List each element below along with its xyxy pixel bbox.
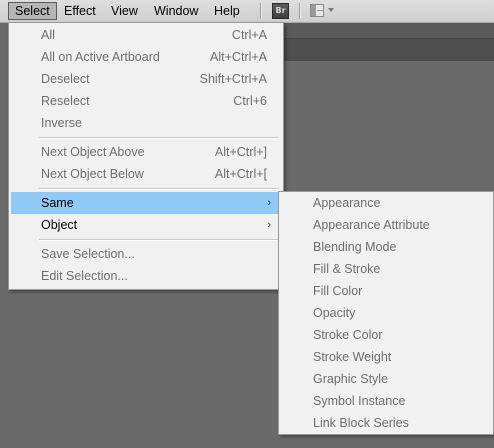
menu-item-label: Edit Selection... (41, 269, 128, 283)
submenu-item-label: Symbol Instance (313, 394, 406, 408)
submenu-item-label: Opacity (313, 306, 356, 320)
menu-item-all[interactable]: All Ctrl+A (11, 24, 281, 46)
submenu-item-label: Blending Mode (313, 240, 397, 254)
submenu-item-link-block-series[interactable]: Link Block Series (281, 412, 491, 434)
submenu-item-stroke-weight[interactable]: Stroke Weight (281, 346, 491, 368)
submenu-item-graphic-style[interactable]: Graphic Style (281, 368, 491, 390)
submenu-item-label: Appearance Attribute (313, 218, 430, 232)
menu-item-label: Next Object Below (41, 167, 144, 181)
submenu-item-label: Fill & Stroke (313, 262, 381, 276)
menu-divider (39, 239, 279, 241)
same-submenu: Appearance Appearance Attribute Blending… (278, 191, 494, 435)
submenu-item-label: Link Block Series (313, 416, 409, 430)
menu-divider (39, 188, 279, 190)
menu-item-shortcut: Ctrl+A (231, 28, 267, 42)
control-panel-strip (283, 23, 494, 61)
menu-item-deselect[interactable]: Deselect Shift+Ctrl+A (11, 68, 281, 90)
menu-item-label: Object (41, 218, 78, 232)
menu-item-label: Next Object Above (41, 145, 145, 159)
bridge-button[interactable]: Br (272, 3, 289, 19)
menu-item-shortcut: Shift+Ctrl+A (199, 72, 267, 86)
submenu-arrow-icon: › (267, 219, 271, 231)
select-menu: All Ctrl+A All on Active Artboard Alt+Ct… (8, 22, 284, 290)
menu-item-shortcut: Alt+Ctrl+] (214, 145, 267, 159)
menu-item-reselect[interactable]: Reselect Ctrl+6 (11, 90, 281, 112)
menu-item-label: Deselect (41, 72, 90, 86)
menu-item-label: Save Selection... (41, 247, 135, 261)
menu-item-next-object-above[interactable]: Next Object Above Alt+Ctrl+] (11, 141, 281, 163)
menu-window[interactable]: Window (148, 2, 204, 20)
menu-item-label: Inverse (41, 116, 82, 130)
submenu-arrow-icon: › (267, 197, 271, 209)
menu-item-shortcut: Ctrl+6 (233, 94, 267, 108)
chevron-down-icon[interactable] (328, 8, 334, 12)
submenu-item-blending-mode[interactable]: Blending Mode (281, 236, 491, 258)
submenu-item-appearance-attribute[interactable]: Appearance Attribute (281, 214, 491, 236)
menu-item-same[interactable]: Same › (11, 192, 281, 214)
menu-item-label: Reselect (41, 94, 90, 108)
menu-help[interactable]: Help (208, 2, 246, 20)
menu-item-inverse[interactable]: Inverse (11, 112, 281, 134)
menu-item-all-on-active-artboard[interactable]: All on Active Artboard Alt+Ctrl+A (11, 46, 281, 68)
control-panel-inner (283, 23, 494, 39)
submenu-item-label: Stroke Weight (313, 350, 392, 364)
menu-item-edit-selection[interactable]: Edit Selection... (11, 265, 281, 287)
submenu-item-fill-color[interactable]: Fill Color (281, 280, 491, 302)
submenu-item-label: Stroke Color (313, 328, 383, 342)
menu-item-next-object-below[interactable]: Next Object Below Alt+Ctrl+[ (11, 163, 281, 185)
menubar-divider (260, 3, 262, 19)
menu-item-shortcut: Alt+Ctrl+A (210, 50, 267, 64)
menu-item-label: Same (41, 196, 74, 210)
menubar-divider (299, 3, 301, 19)
menu-bar: Select Effect View Window Help Br (0, 0, 494, 23)
submenu-item-symbol-instance[interactable]: Symbol Instance (281, 390, 491, 412)
submenu-item-appearance[interactable]: Appearance (281, 192, 491, 214)
submenu-item-opacity[interactable]: Opacity (281, 302, 491, 324)
menu-item-label: All on Active Artboard (41, 50, 160, 64)
submenu-item-label: Appearance (313, 196, 381, 210)
menu-select[interactable]: Select (8, 2, 57, 20)
menu-item-label: All (41, 28, 55, 42)
menu-divider (39, 137, 279, 139)
submenu-item-label: Graphic Style (313, 372, 389, 386)
menu-effect[interactable]: Effect (58, 2, 102, 20)
submenu-item-label: Fill Color (313, 284, 363, 298)
submenu-item-stroke-color[interactable]: Stroke Color (281, 324, 491, 346)
arrange-documents-icon[interactable] (310, 4, 324, 17)
submenu-item-fill-and-stroke[interactable]: Fill & Stroke (281, 258, 491, 280)
menu-item-object[interactable]: Object › (11, 214, 281, 236)
menu-item-save-selection[interactable]: Save Selection... (11, 243, 281, 265)
menu-item-shortcut: Alt+Ctrl+[ (214, 167, 267, 181)
menu-view[interactable]: View (105, 2, 144, 20)
